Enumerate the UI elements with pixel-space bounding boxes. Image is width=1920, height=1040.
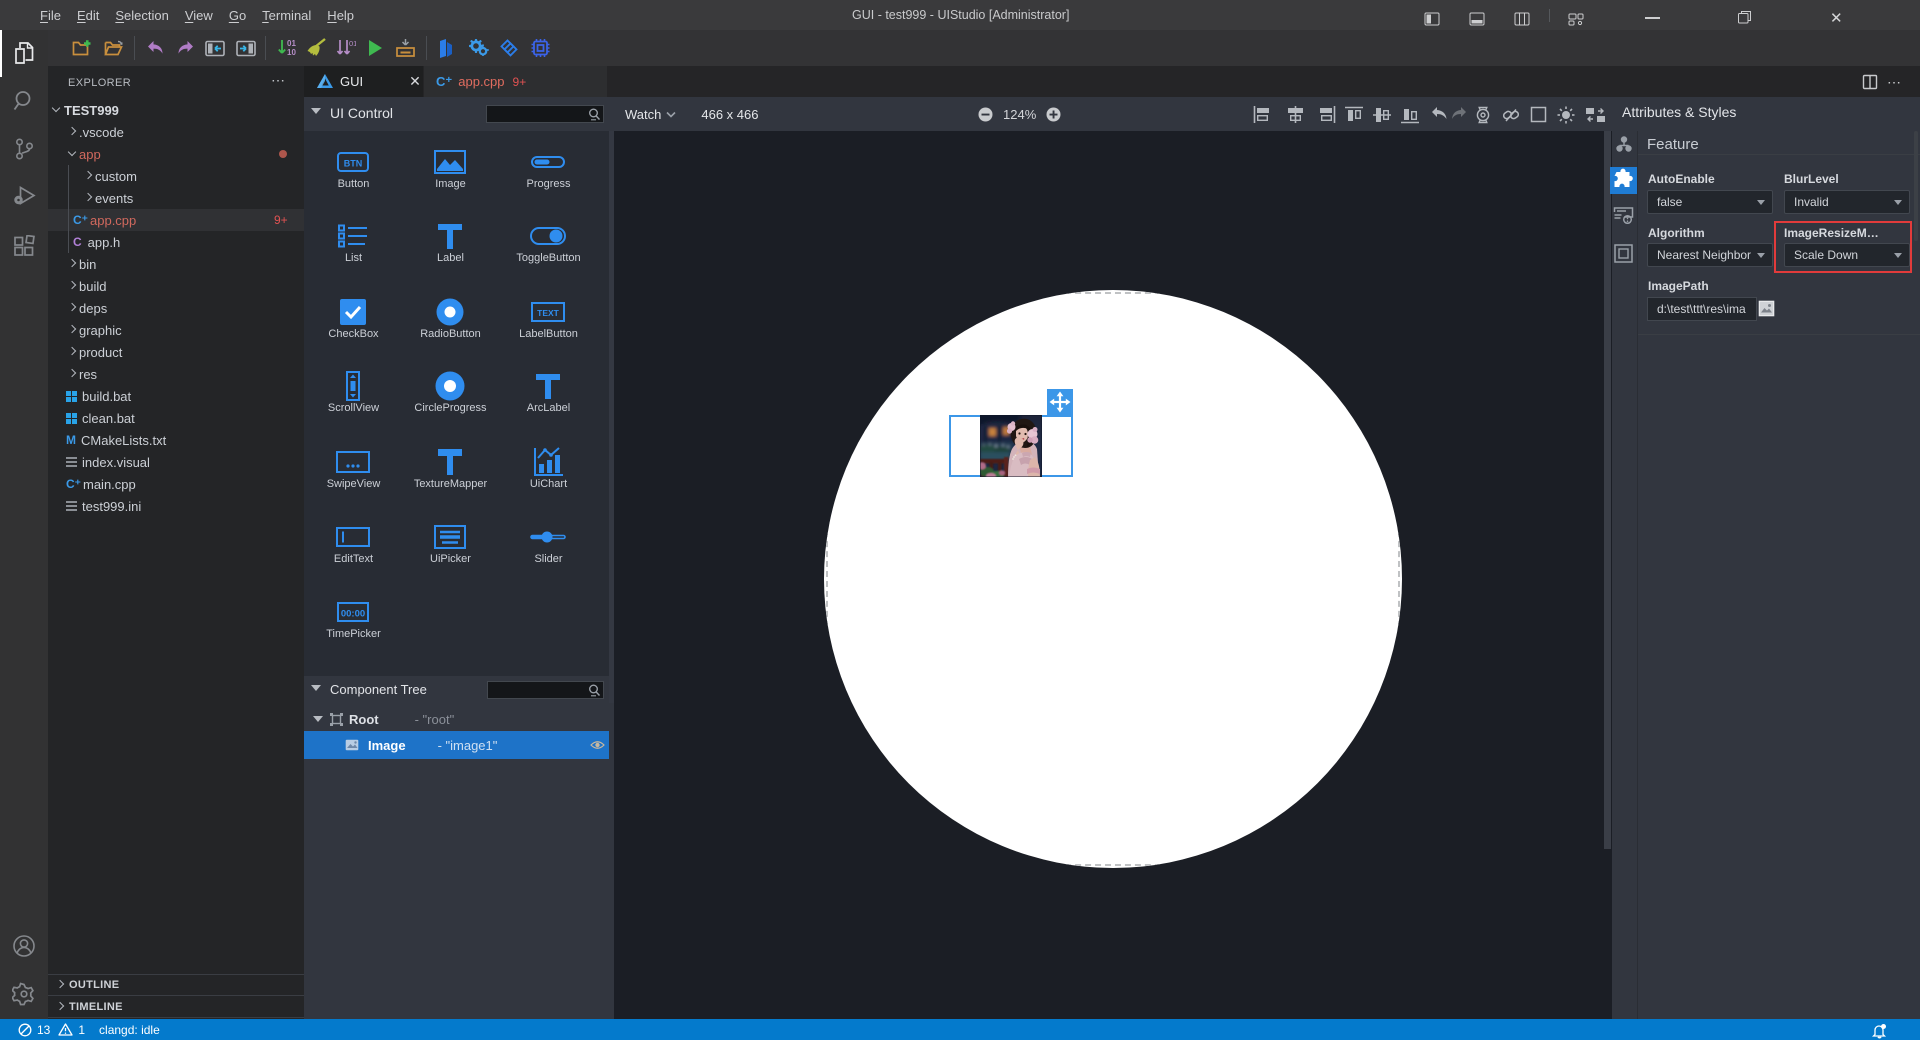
svg-text:00:00: 00:00 [341,609,365,620]
svg-text:01: 01 [349,39,356,48]
svg-text:01: 01 [287,39,296,48]
svg-text:BTN: BTN [344,159,363,169]
svg-text:TEXT: TEXT [537,308,560,318]
svg-text:10: 10 [287,48,296,57]
